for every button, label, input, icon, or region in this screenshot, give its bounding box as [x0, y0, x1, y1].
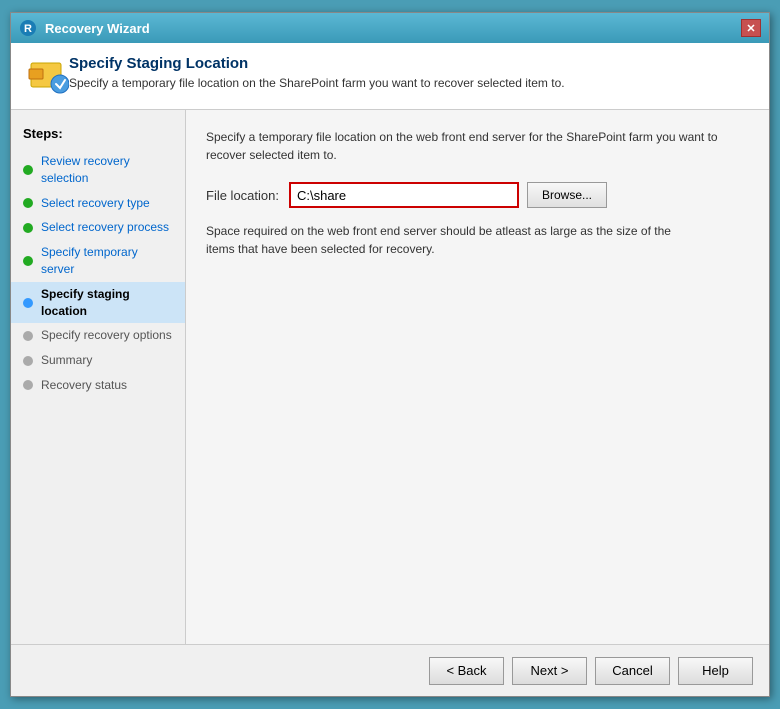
sidebar-label-review: Review recovery selection — [41, 153, 173, 187]
window-title: Recovery Wizard — [45, 21, 150, 36]
sidebar-item-select-type[interactable]: Select recovery type — [11, 191, 185, 216]
sidebar-label-specify-staging: Specify staging location — [41, 286, 173, 320]
close-button[interactable]: ✕ — [741, 19, 761, 37]
sidebar-item-summary: Summary — [11, 348, 185, 373]
sidebar-item-specify-options: Specify recovery options — [11, 323, 185, 348]
main-description: Specify a temporary file location on the… — [206, 128, 749, 164]
header-text: Specify Staging Location Specify a tempo… — [69, 55, 565, 90]
sidebar-item-select-process[interactable]: Select recovery process — [11, 215, 185, 240]
recovery-wizard-window: R Recovery Wizard ✕ Specify Staging Loca… — [10, 12, 770, 697]
header-section: Specify Staging Location Specify a tempo… — [11, 43, 769, 110]
cancel-button[interactable]: Cancel — [595, 657, 670, 685]
file-location-row: File location: Browse... — [206, 182, 749, 208]
dot-specify-server — [23, 256, 33, 266]
dot-specify-options — [23, 331, 33, 341]
sidebar-label-recovery-status: Recovery status — [41, 377, 127, 394]
svg-text:R: R — [24, 23, 32, 35]
dot-select-type — [23, 198, 33, 208]
sidebar-title: Steps: — [11, 126, 185, 149]
file-location-label: File location: — [206, 188, 279, 203]
file-location-input[interactable] — [289, 182, 519, 208]
app-icon: R — [19, 19, 37, 37]
dot-select-process — [23, 223, 33, 233]
sidebar-label-summary: Summary — [41, 352, 92, 369]
dot-summary — [23, 356, 33, 366]
sidebar-label-select-type: Select recovery type — [41, 195, 150, 212]
title-bar: R Recovery Wizard ✕ — [11, 13, 769, 43]
header-title: Specify Staging Location — [69, 55, 565, 72]
sidebar-item-specify-staging: Specify staging location — [11, 282, 185, 324]
browse-button[interactable]: Browse... — [527, 182, 607, 208]
sidebar-label-specify-options: Specify recovery options — [41, 327, 172, 344]
dot-review — [23, 165, 33, 175]
dot-specify-staging — [23, 298, 33, 308]
sidebar-label-specify-server: Specify temporary server — [41, 244, 173, 278]
main-panel: Specify a temporary file location on the… — [186, 110, 769, 644]
space-note: Space required on the web front end serv… — [206, 222, 686, 258]
title-bar-left: R Recovery Wizard — [19, 19, 150, 37]
sidebar-item-specify-server[interactable]: Specify temporary server — [11, 240, 185, 282]
sidebar-item-review[interactable]: Review recovery selection — [11, 149, 185, 191]
footer: < Back Next > Cancel Help — [11, 644, 769, 696]
help-button[interactable]: Help — [678, 657, 753, 685]
sidebar: Steps: Review recovery selection Select … — [11, 110, 186, 644]
sidebar-label-select-process: Select recovery process — [41, 219, 169, 236]
sidebar-item-recovery-status: Recovery status — [11, 373, 185, 398]
back-button[interactable]: < Back — [429, 657, 504, 685]
header-description: Specify a temporary file location on the… — [69, 76, 565, 90]
dot-recovery-status — [23, 380, 33, 390]
header-icon — [27, 55, 69, 97]
next-button[interactable]: Next > — [512, 657, 587, 685]
content-area: Steps: Review recovery selection Select … — [11, 110, 769, 644]
